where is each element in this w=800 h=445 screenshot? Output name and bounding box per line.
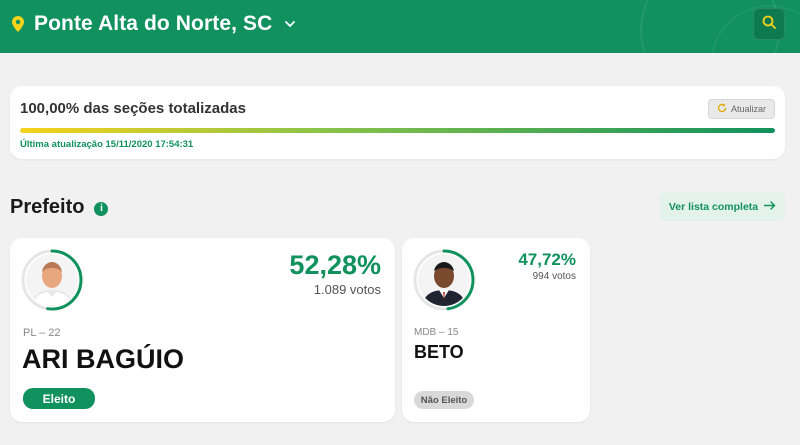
location-selector[interactable]: Ponte Alta do Norte, SC (10, 12, 298, 36)
info-icon[interactable]: i (94, 201, 109, 216)
last-update-text: Última atualização 15/11/2020 17:54:31 (20, 139, 194, 150)
candidate-card[interactable]: 52,28% 1.089 votos PL – 22 ARI BAGÚIO El… (10, 238, 395, 422)
status-badge: Eleito (23, 388, 95, 409)
app-header: Ponte Alta do Norte, SC (0, 0, 800, 53)
candidate-card[interactable]: 47,72% 994 votos MDB – 15 BETO Não Eleit… (402, 238, 590, 422)
location-title: Ponte Alta do Norte, SC (34, 12, 273, 35)
status-badge: Não Eleito (414, 391, 474, 409)
section-header: Prefeito i (10, 196, 109, 219)
vote-count: 994 votos (532, 271, 576, 282)
full-list-button[interactable]: Ver lista completa (660, 192, 785, 221)
refresh-icon (717, 103, 727, 115)
party-number: MDB – 15 (414, 327, 459, 338)
totalization-title: 100,00% das seções totalizadas (20, 100, 246, 117)
search-icon (762, 15, 776, 34)
party-number: PL – 22 (23, 327, 61, 339)
candidate-name: BETO (414, 342, 464, 362)
map-pin-icon (10, 13, 26, 35)
refresh-label: Atualizar (730, 104, 766, 114)
avatar (26, 254, 78, 306)
avatar (418, 254, 470, 306)
vote-percentage: 47,72% (518, 250, 576, 269)
totalization-progress-bar (20, 128, 775, 133)
refresh-button[interactable]: Atualizar (707, 99, 775, 119)
vote-count: 1.089 votos (313, 282, 381, 297)
section-title: Prefeito (10, 196, 85, 218)
arrow-right-icon (763, 200, 776, 213)
candidate-name: ARI BAGÚIO (22, 344, 184, 374)
vote-percentage: 52,28% (289, 250, 381, 280)
progress-fill (20, 128, 775, 133)
search-button[interactable] (753, 8, 785, 40)
full-list-label: Ver lista completa (668, 200, 759, 213)
chevron-down-icon (282, 16, 298, 32)
totalization-card: 100,00% das seções totalizadas Atualizar… (10, 86, 785, 159)
